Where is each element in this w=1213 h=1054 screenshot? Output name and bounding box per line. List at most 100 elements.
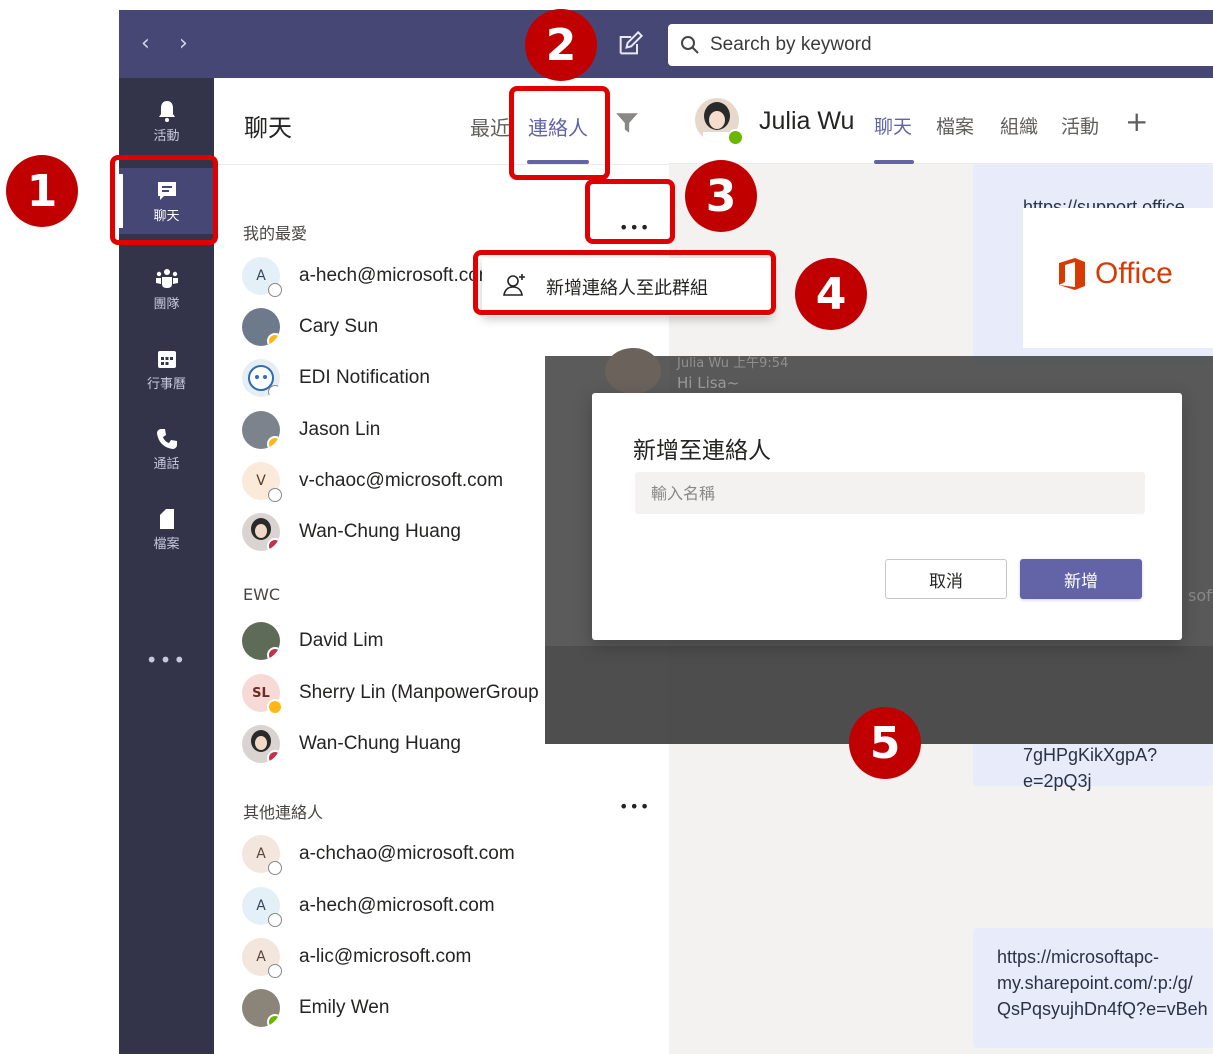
forward-arrow-icon[interactable]: › bbox=[179, 30, 188, 58]
contact-item[interactable]: A a-chchao@microsoft.com bbox=[242, 832, 652, 876]
presence-busy-icon bbox=[267, 647, 280, 660]
message-meta: Julia Wu 上午9:54 bbox=[677, 356, 789, 371]
contact-name: Wan-Chung Huang bbox=[299, 733, 461, 754]
avatar bbox=[242, 513, 280, 551]
avatar: A bbox=[242, 887, 282, 927]
message-link-line[interactable]: QsPqsyujhDn4fQ?e=vBeh bbox=[997, 996, 1208, 1022]
appbar-item-files[interactable]: 檔案 bbox=[119, 496, 214, 562]
add-button[interactable]: 新增 bbox=[1020, 559, 1142, 599]
contact-name: Cary Sun bbox=[299, 316, 379, 337]
appbar-label: 團隊 bbox=[153, 296, 180, 312]
presence-offline-icon bbox=[268, 385, 280, 397]
appbar-item-activity[interactable]: 活動 bbox=[119, 88, 214, 154]
bell-icon bbox=[158, 100, 175, 122]
file-icon bbox=[159, 508, 174, 529]
contact-name: Emily Wen bbox=[299, 997, 390, 1018]
group-more-options-icon[interactable]: ••• bbox=[619, 797, 650, 816]
contact-name: Sherry Lin (ManpowerGroup bbox=[299, 682, 539, 703]
avatar bbox=[242, 308, 280, 346]
avatar: V bbox=[242, 462, 282, 502]
presence-available-icon bbox=[727, 129, 744, 146]
tab-chat[interactable]: 聊天 bbox=[874, 112, 912, 139]
chat-header: Julia Wu 聊天 檔案 組織 活動 + bbox=[669, 78, 1213, 164]
contact-item[interactable]: A a-lic@microsoft.com bbox=[242, 935, 652, 979]
presence-offline-icon bbox=[268, 964, 282, 978]
contact-name: EDI Notification bbox=[299, 367, 430, 388]
contact-name: a-chchao@microsoft.com bbox=[299, 843, 515, 864]
contact-name: Wan-Chung Huang bbox=[299, 521, 461, 542]
appbar-item-teams[interactable]: 團隊 bbox=[119, 256, 214, 322]
avatar: SL bbox=[242, 674, 283, 715]
annotation-box bbox=[473, 250, 776, 315]
more-apps-icon[interactable]: ••• bbox=[119, 648, 214, 672]
search-placeholder: Search by keyword bbox=[710, 34, 872, 55]
annotation-box bbox=[110, 155, 218, 245]
presence-offline-icon bbox=[268, 488, 282, 502]
tab-active-indicator bbox=[874, 160, 914, 164]
message-card[interactable]: https://microsoftapc- my.sharepoint.com/… bbox=[973, 928, 1213, 1048]
message-text: Hi Lisa~ bbox=[677, 374, 740, 392]
avatar bbox=[242, 725, 280, 763]
tab-files[interactable]: 檔案 bbox=[936, 112, 974, 139]
dimmed-text: soft bbox=[1188, 586, 1213, 605]
contact-item[interactable]: Emily Wen bbox=[242, 986, 652, 1030]
contact-name: a-hech@microsoft.com bbox=[299, 265, 495, 286]
contact-name: v-chaoc@microsoft.com bbox=[299, 470, 504, 491]
calendar-icon bbox=[157, 350, 176, 368]
contact-name-input[interactable] bbox=[635, 472, 1145, 514]
back-arrow-icon[interactable]: ‹ bbox=[141, 30, 150, 58]
presence-available-icon bbox=[267, 1014, 280, 1027]
annotation-badge: 1 bbox=[6, 155, 78, 227]
annotation-badge: 3 bbox=[685, 160, 757, 232]
contact-name: David Lim bbox=[299, 630, 384, 651]
tab-org[interactable]: 組織 bbox=[1000, 112, 1038, 139]
contact-name: a-hech@microsoft.com bbox=[299, 895, 495, 916]
presence-away-icon bbox=[267, 699, 283, 715]
appbar-item-calls[interactable]: 通話 bbox=[119, 416, 214, 482]
annotation-badge: 2 bbox=[525, 9, 597, 81]
cancel-button[interactable]: 取消 bbox=[885, 559, 1007, 599]
message-link[interactable]: 7gHPgKikXgpA?e=2pQ3j bbox=[1023, 742, 1213, 794]
avatar bbox=[242, 411, 280, 449]
appbar-label: 行事曆 bbox=[146, 376, 186, 392]
presence-busy-icon bbox=[267, 750, 280, 763]
contact-name: Jason Lin bbox=[299, 419, 381, 440]
presence-busy-icon bbox=[267, 538, 280, 551]
group-header-other: 其他連絡人 bbox=[243, 803, 324, 822]
compose-icon[interactable] bbox=[616, 30, 644, 58]
search-input[interactable]: Search by keyword bbox=[668, 24, 1213, 66]
teams-icon bbox=[155, 268, 178, 288]
presence-away-icon bbox=[267, 333, 280, 346]
chat-contact-name: Julia Wu bbox=[759, 107, 855, 135]
appbar-label: 檔案 bbox=[153, 536, 180, 552]
presence-offline-icon bbox=[268, 913, 282, 927]
appbar-label: 通話 bbox=[153, 456, 180, 472]
avatar bbox=[605, 348, 661, 394]
avatar: A bbox=[242, 938, 282, 978]
filter-icon[interactable] bbox=[614, 110, 640, 136]
presence-offline-icon bbox=[268, 861, 282, 875]
title-bar: ‹ › Search by keyword bbox=[119, 10, 1213, 78]
presence-away-icon bbox=[267, 436, 280, 449]
appbar-item-calendar[interactable]: 行事曆 bbox=[119, 336, 214, 402]
avatar: A bbox=[242, 835, 282, 875]
tab-recent[interactable]: 最近 bbox=[470, 112, 510, 141]
avatar bbox=[242, 622, 280, 660]
appbar-label: 活動 bbox=[153, 128, 180, 144]
message-link-line[interactable]: https://microsoftapc- bbox=[997, 944, 1159, 970]
page-title: 聊天 bbox=[244, 114, 292, 142]
phone-icon bbox=[156, 428, 177, 449]
tab-activity[interactable]: 活動 bbox=[1061, 112, 1099, 139]
group-header-ewc: EWC bbox=[243, 585, 281, 604]
annotation-box bbox=[509, 86, 610, 180]
search-icon bbox=[681, 36, 699, 54]
link-preview-card[interactable]: Office bbox=[1023, 208, 1213, 348]
annotation-badge: 4 bbox=[795, 258, 867, 330]
message-link-line[interactable]: my.sharepoint.com/:p:/g/ bbox=[997, 970, 1193, 996]
office-logo: Office bbox=[1057, 257, 1173, 291]
annotation-badge: 5 bbox=[849, 707, 921, 779]
add-contact-dialog: 新增至連絡人 取消 新增 bbox=[592, 393, 1182, 640]
contact-item[interactable]: A a-hech@microsoft.com bbox=[242, 884, 652, 928]
avatar bbox=[242, 989, 280, 1027]
add-tab-button[interactable]: + bbox=[1125, 105, 1148, 138]
